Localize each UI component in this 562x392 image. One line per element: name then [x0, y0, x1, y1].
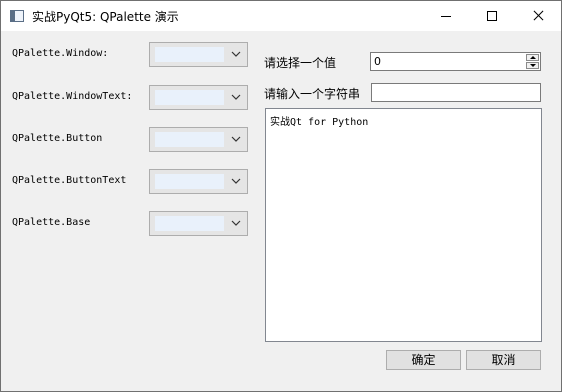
- color-swatch: [155, 90, 224, 105]
- palette-windowtext-combo[interactable]: [149, 85, 248, 110]
- color-swatch: [155, 47, 224, 62]
- window-app-icon: [10, 10, 24, 22]
- palette-buttontext-combo[interactable]: [149, 169, 248, 194]
- text-edit[interactable]: 实战Qt for Python: [265, 108, 542, 342]
- minimize-icon[interactable]: [423, 1, 469, 31]
- palette-window-label: QPalette.Window:: [12, 48, 109, 59]
- close-icon[interactable]: [515, 1, 561, 31]
- palette-base-combo[interactable]: [149, 211, 248, 236]
- color-swatch: [155, 174, 224, 189]
- palette-window-combo[interactable]: [149, 42, 248, 67]
- ok-button[interactable]: 确定: [386, 350, 461, 370]
- spin-buttons: [526, 54, 539, 69]
- chevron-down-icon: [231, 51, 241, 57]
- palette-windowtext-label: QPalette.WindowText:: [12, 91, 133, 102]
- palette-buttontext-label: QPalette.ButtonText: [12, 175, 127, 186]
- window-title: 实战PyQt5: QPalette 演示: [32, 10, 179, 24]
- cancel-button[interactable]: 取消: [466, 350, 541, 370]
- color-swatch: [155, 216, 224, 231]
- palette-button-combo[interactable]: [149, 127, 248, 152]
- string-input-label: 请输入一个字符串: [264, 87, 361, 101]
- spin-label: 请选择一个值: [264, 56, 337, 70]
- chevron-down-icon: [231, 178, 241, 184]
- spin-value: 0: [374, 55, 381, 68]
- string-input[interactable]: [371, 83, 541, 102]
- chevron-down-icon: [231, 220, 241, 226]
- spin-up-icon[interactable]: [526, 54, 539, 61]
- spin-down-icon[interactable]: [526, 62, 539, 69]
- main-window: 实战PyQt5: QPalette 演示 QPalette.Window: QP…: [0, 0, 562, 392]
- color-swatch: [155, 132, 224, 147]
- palette-button-label: QPalette.Button: [12, 133, 103, 144]
- text-edit-content: 实战Qt for Python: [270, 117, 369, 128]
- maximize-icon[interactable]: [469, 1, 515, 31]
- palette-base-label: QPalette.Base: [12, 217, 91, 228]
- title-bar[interactable]: 实战PyQt5: QPalette 演示: [1, 1, 561, 31]
- chevron-down-icon: [231, 136, 241, 142]
- chevron-down-icon: [231, 94, 241, 100]
- value-spinbox[interactable]: 0: [370, 52, 541, 71]
